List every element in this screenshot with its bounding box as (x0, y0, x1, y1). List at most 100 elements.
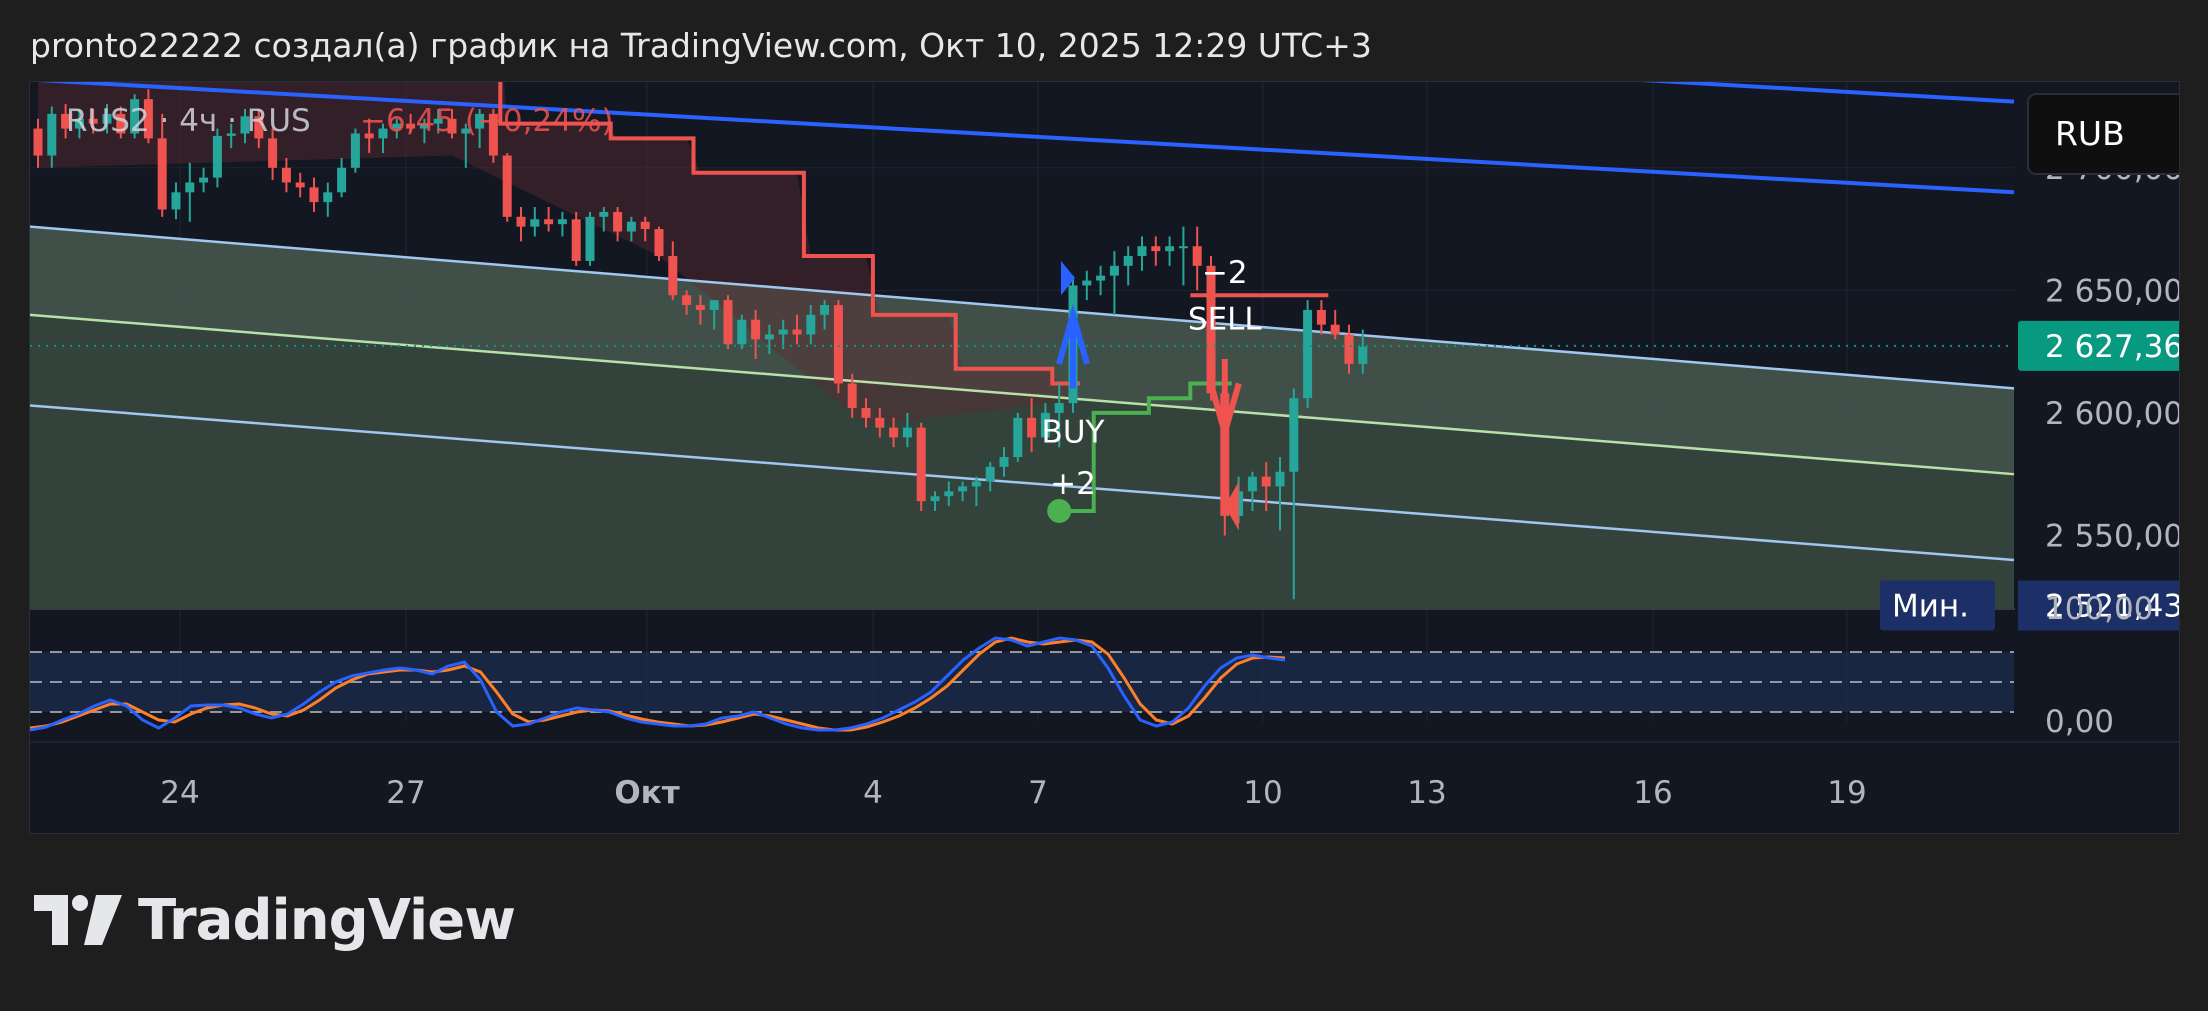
candle-body (999, 457, 1009, 467)
candle[interactable] (737, 314, 747, 350)
candle[interactable] (199, 167, 209, 193)
candle-body (1165, 246, 1175, 252)
candle-body (309, 187, 319, 203)
time-axis-tick: 24 (160, 775, 199, 811)
candle-body (1137, 246, 1147, 257)
oscillator-axis-tick-high: 100,00 (2045, 591, 2153, 627)
oscillator-axis-tick-low: 0,00 (2045, 704, 2114, 740)
candle-body (916, 427, 926, 502)
price-chart[interactable]: BUY +2 SELL −2 RUS2 · 4ч · RUS −6,45 (−0,24%)… (30, 82, 2179, 833)
candle-body (764, 334, 774, 340)
candle-body (875, 417, 885, 428)
price-axis-tick: 2 600,00 (2045, 396, 2179, 432)
buy-signal-qty: +2 (1050, 466, 1096, 502)
candle-body (861, 408, 871, 418)
candle[interactable] (544, 207, 554, 232)
time-axis-tick: 13 (1407, 775, 1446, 811)
symbol-change: −6,45 (−0,24%) (360, 103, 614, 139)
candle-body (930, 496, 940, 502)
candle[interactable] (350, 128, 360, 173)
candle-body (212, 135, 222, 178)
candle[interactable] (281, 157, 291, 193)
candle-body (557, 219, 567, 225)
candle[interactable] (530, 207, 540, 237)
candle[interactable] (516, 207, 526, 242)
candle-body (1082, 280, 1092, 286)
candle-body (1275, 471, 1285, 487)
candle-body (199, 177, 209, 183)
candle[interactable] (1123, 246, 1133, 286)
page-title: pronto22222 создал(а) график на TradingV… (30, 26, 1372, 65)
sell-signal-label: SELL (1188, 302, 1263, 338)
candle-body (350, 133, 360, 168)
tradingview-logo-text: TradingView (138, 887, 516, 953)
candle[interactable] (654, 226, 664, 261)
candle-body (1261, 476, 1271, 487)
candle-body (1303, 309, 1313, 399)
candle-body (281, 167, 291, 183)
candle[interactable] (571, 211, 581, 266)
candle-body (695, 305, 705, 310)
candle[interactable] (502, 153, 512, 222)
candle-body (1358, 346, 1368, 364)
candle-body (1123, 256, 1133, 266)
currency-button-label: RUB (2055, 114, 2125, 153)
candle-body (902, 427, 912, 438)
candle[interactable] (1178, 226, 1188, 286)
candle-body (792, 329, 802, 335)
candle-body (544, 219, 554, 225)
candle-body (502, 155, 512, 217)
symbol-name: RUS2 · 4ч · RUS (66, 103, 311, 139)
candle-body (751, 319, 761, 340)
candle-body (1330, 324, 1340, 335)
candle-body (640, 221, 650, 230)
candle[interactable] (1013, 412, 1023, 462)
candle-body (958, 486, 968, 492)
candle-body (737, 319, 747, 345)
time-axis-tick: Окт (614, 775, 679, 811)
candle[interactable] (1192, 226, 1202, 291)
candle[interactable] (1303, 300, 1313, 409)
candle[interactable] (323, 182, 333, 217)
candle-body (268, 138, 278, 168)
candle-body (33, 128, 43, 156)
candle-body (723, 300, 733, 345)
candle-body (157, 138, 167, 210)
candle[interactable] (337, 157, 347, 198)
candle-body (1192, 246, 1202, 266)
sell-signal-qty: −2 (1202, 255, 1248, 291)
time-axis-tick: 19 (1827, 775, 1866, 811)
candle-body (1247, 476, 1257, 492)
time-axis-tick: 16 (1633, 775, 1672, 811)
candle[interactable] (185, 162, 195, 222)
candle[interactable] (723, 295, 733, 350)
time-axis-tick: 27 (386, 775, 425, 811)
candle-body (944, 491, 954, 497)
candle[interactable] (585, 211, 595, 266)
candle[interactable] (1151, 236, 1161, 266)
candle-body (778, 329, 788, 335)
candle[interactable] (916, 422, 926, 511)
candle[interactable] (1082, 270, 1092, 301)
time-axis-tick: 7 (1028, 775, 1048, 811)
candle[interactable] (557, 211, 567, 237)
candle-body (171, 192, 181, 210)
supertrend-flip-dot (1047, 498, 1072, 523)
candle[interactable] (1137, 236, 1147, 271)
candle-body (709, 300, 719, 310)
chart-container[interactable]: BUY +2 SELL −2 RUS2 · 4ч · RUS −6,45 (−0,24%)… (29, 81, 2180, 834)
min-label: Мин. (1892, 588, 1969, 624)
candle-body (833, 305, 843, 384)
candle-body (1013, 417, 1023, 458)
candle-body (516, 216, 526, 227)
candle[interactable] (1165, 236, 1175, 266)
tradingview-logo[interactable]: TradingView (34, 887, 516, 953)
candle[interactable] (171, 182, 181, 220)
candle[interactable] (309, 177, 319, 212)
candle[interactable] (295, 172, 305, 198)
candle-body (971, 481, 981, 487)
candle[interactable] (1316, 300, 1326, 335)
candle-body (889, 427, 899, 438)
candle-body (1027, 417, 1037, 438)
candle[interactable] (1109, 251, 1119, 315)
